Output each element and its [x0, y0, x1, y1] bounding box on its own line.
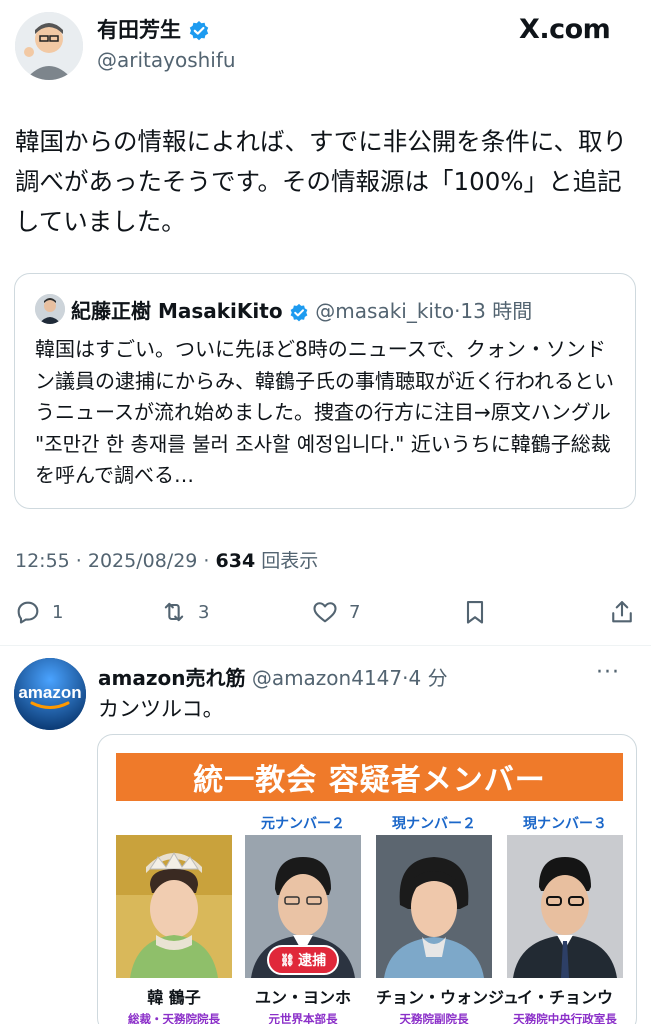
- member-rank: 元ナンバー２: [261, 816, 345, 832]
- tweet-time[interactable]: 12:55 · 2025/08/29 ·: [15, 550, 216, 572]
- quote-tweet[interactable]: 紀藤正樹 MasakiKito @masaki_kito·13 時間 韓国はすご…: [14, 273, 636, 509]
- member-card: 韓 鶴子 総裁・天務院院長: [116, 813, 232, 1024]
- member-photo: [507, 835, 623, 978]
- member-photo: ⛓ 逮捕: [245, 835, 361, 978]
- member-title: 天務院副院長: [399, 1012, 469, 1024]
- member-title: 天務院中央行政室長: [513, 1012, 617, 1024]
- quote-text: 韓国はすごい。ついに先ほど8時のニュースで、クォン・ソンドン議員の逮捕にからみ、…: [35, 337, 614, 487]
- person-portrait-icon: [507, 835, 623, 978]
- quote-author-handle[interactable]: @masaki_kito: [315, 299, 454, 323]
- author-name-text: 有田芳生: [97, 18, 181, 42]
- reply-avatar[interactable]: amazon: [14, 658, 86, 730]
- reply-text: カンツルコ。: [98, 697, 224, 721]
- share-icon: [612, 601, 632, 623]
- person-portrait-icon: [376, 835, 492, 978]
- view-count: 634: [215, 550, 256, 572]
- bookmark-button[interactable]: [461, 596, 489, 628]
- member-rank: [116, 813, 232, 833]
- reply-button[interactable]: 1: [14, 596, 63, 628]
- quote-header: 紀藤正樹 MasakiKito @masaki_kito·13 時間: [71, 295, 532, 324]
- share-button[interactable]: [608, 596, 636, 628]
- reply-time: ·4 分: [402, 666, 448, 690]
- retweet-button[interactable]: 3: [160, 596, 209, 628]
- handcuffs-icon: ⛓: [279, 953, 296, 967]
- member-name: イ・チョンウ: [516, 988, 613, 1007]
- person-avatar-icon: [35, 294, 65, 324]
- media-banner: 統一教会 容疑者メンバー: [116, 753, 623, 801]
- like-button[interactable]: 7: [311, 596, 360, 628]
- reply-header: amazon売れ筋 @amazon4147·4 分: [98, 662, 448, 691]
- divider: [0, 645, 651, 646]
- author-avatar[interactable]: [15, 12, 83, 80]
- author-handle[interactable]: @aritayoshifu: [97, 48, 236, 72]
- person-portrait-icon: [116, 835, 232, 978]
- member-name: ユン・ヨンホ: [254, 988, 351, 1007]
- member-photo: [116, 835, 232, 978]
- reply-media-image[interactable]: 統一教会 容疑者メンバー 韓 鶴子 総裁・天務院院長 元ナンバー２ ⛓ 逮捕 ユ…: [97, 734, 637, 1024]
- verified-badge-icon: [290, 303, 308, 321]
- heart-icon: [313, 602, 337, 623]
- more-options-icon[interactable]: ···: [596, 660, 620, 685]
- reply-author-name[interactable]: amazon売れ筋: [98, 666, 245, 690]
- amazon-logo-text: amazon: [18, 683, 81, 702]
- member-card: 現ナンバー２ チョン・ウォンジュ 天務院副院長: [376, 813, 519, 1024]
- x-logo: X.com: [519, 14, 611, 45]
- reply-icon: [17, 601, 39, 624]
- quote-time: ·13 時間: [454, 299, 533, 323]
- tweet-text: 韓国からの情報によれば、すでに非公開を条件に、取り調べがあったそうです。その情報…: [15, 127, 628, 236]
- person-avatar-icon: [15, 12, 83, 80]
- tweet-meta: 12:55 · 2025/08/29 · 634 回表示: [15, 546, 318, 573]
- reply-count: 1: [52, 601, 64, 623]
- reply-author-handle[interactable]: @amazon4147: [252, 666, 402, 690]
- quote-avatar[interactable]: [35, 294, 65, 324]
- retweet-count: 3: [198, 601, 210, 623]
- member-photo: [376, 835, 492, 978]
- member-card: 元ナンバー２ ⛓ 逮捕 ユン・ヨンホ 元世界本部長: [245, 813, 361, 1024]
- member-title: 元世界本部長: [268, 1012, 338, 1024]
- amazon-logo-icon: amazon: [14, 658, 86, 730]
- retweet-icon: [164, 602, 184, 622]
- member-name: 韓 鶴子: [147, 988, 201, 1007]
- author-name[interactable]: 有田芳生: [97, 14, 210, 44]
- member-title: 総裁・天務院院長: [128, 1012, 220, 1024]
- bookmark-icon: [466, 601, 484, 624]
- verified-badge-icon: [190, 21, 209, 41]
- member-name: チョン・ウォンジュ: [376, 988, 519, 1007]
- quote-author-name[interactable]: 紀藤正樹 MasakiKito: [71, 299, 283, 323]
- arrest-badge: ⛓ 逮捕: [267, 945, 339, 975]
- member-rank: 現ナンバー３: [523, 816, 607, 832]
- like-count: 7: [349, 601, 361, 623]
- member-card: 現ナンバー３ イ・チョンウ 天務院中央行政室長: [507, 813, 623, 1024]
- view-label: 回表示: [255, 550, 319, 572]
- member-rank: 現ナンバー２: [392, 816, 476, 832]
- arrest-badge-text: 逮捕: [298, 953, 327, 969]
